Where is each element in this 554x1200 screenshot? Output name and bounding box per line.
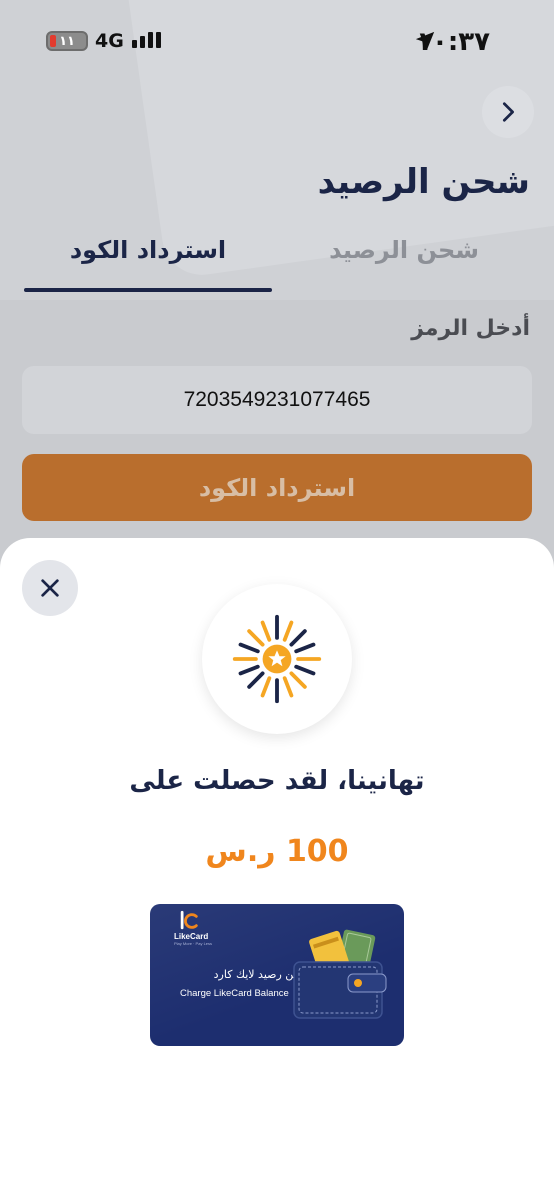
page-title: شحن الرصيد bbox=[317, 162, 530, 202]
battery-level: ١١ bbox=[59, 33, 75, 49]
card-english-text: Charge LikeCard Balance bbox=[180, 988, 289, 999]
reward-badge bbox=[202, 584, 352, 734]
likecard-balance-card: LikeCard Play More · Pay Less شحن رصيد ل… bbox=[150, 904, 404, 1046]
reward-bottom-sheet: تهانينا، لقد حصلت على 100 ر.س LikeCard P… bbox=[0, 538, 554, 1200]
status-time: ١٠:٣٧ bbox=[416, 27, 490, 57]
network-type: 4G bbox=[95, 30, 124, 52]
sun-star-icon bbox=[232, 614, 322, 704]
chevron-right-icon bbox=[502, 102, 514, 122]
reward-amount: 100 ر.س bbox=[205, 834, 349, 869]
card-tagline: Play More · Pay Less bbox=[174, 941, 213, 946]
close-icon bbox=[41, 579, 59, 597]
card-brand: LikeCard bbox=[174, 932, 209, 941]
signal-icon bbox=[132, 32, 161, 48]
battery-indicator: ١١ bbox=[46, 31, 88, 51]
tab-redeem-code[interactable]: استرداد الكود bbox=[24, 236, 272, 264]
congrats-message: تهانينا، لقد حصلت على bbox=[129, 766, 425, 796]
wallet-icon bbox=[293, 929, 387, 1019]
forward-button[interactable] bbox=[482, 86, 534, 138]
code-input[interactable] bbox=[22, 366, 532, 434]
close-button[interactable] bbox=[22, 560, 78, 616]
code-field-label: أدخل الرمز bbox=[411, 316, 530, 341]
likecard-logo-icon bbox=[180, 910, 198, 930]
redeem-code-button[interactable]: استرداد الكود bbox=[22, 454, 532, 521]
status-bar: ١١ 4G ١٠:٣٧ bbox=[0, 0, 554, 84]
active-tab-indicator bbox=[24, 288, 272, 292]
tab-topup[interactable]: شحن الرصيد bbox=[280, 236, 528, 264]
